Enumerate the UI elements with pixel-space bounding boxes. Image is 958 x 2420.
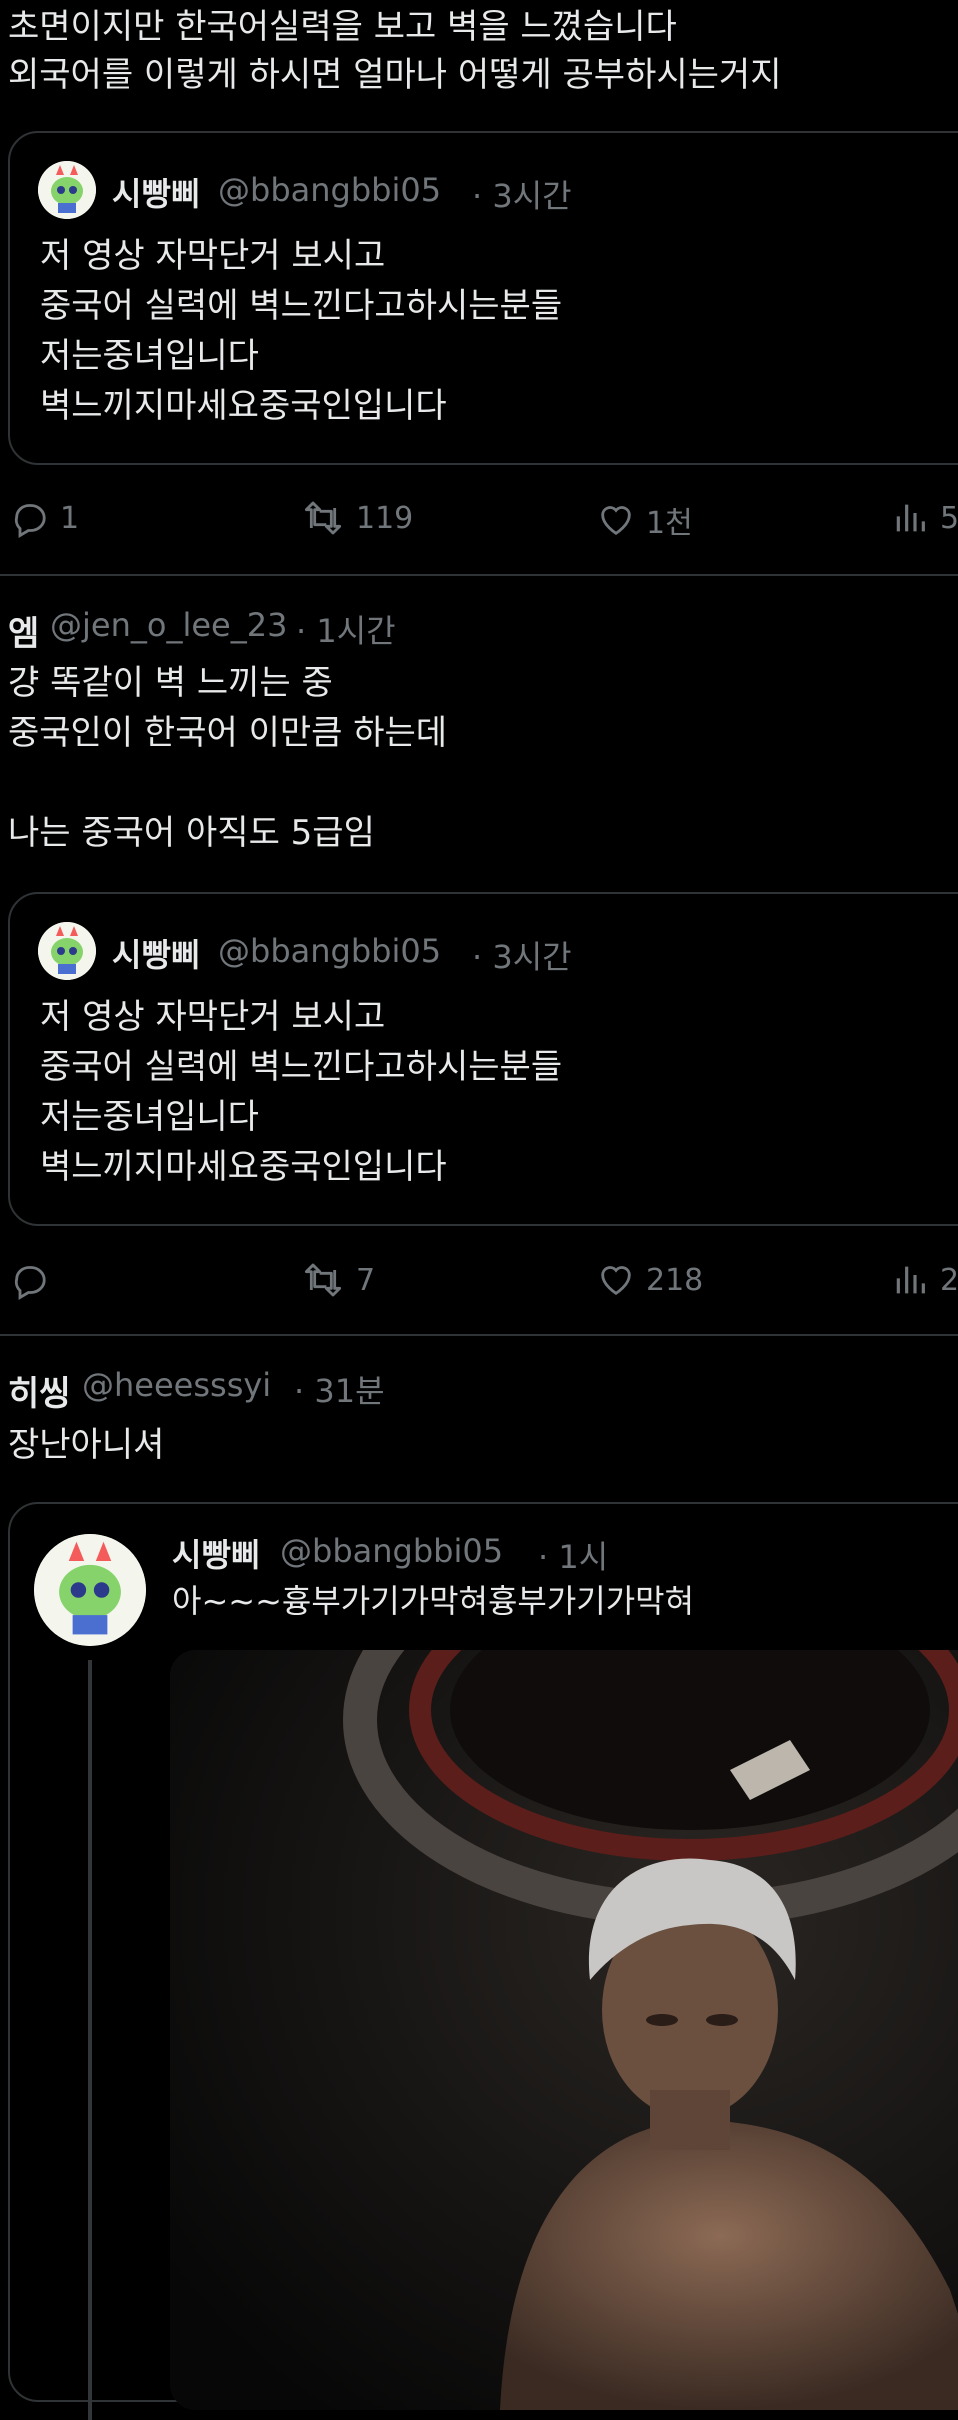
views-count: 5 (940, 500, 958, 536)
retweet-icon (300, 1260, 346, 1300)
thread-line (88, 1660, 92, 2420)
tweet-text-line: 나는 중국어 아직도 5급임 (8, 813, 375, 853)
quoted-text-line: 저 영상 자막단거 보시고 (40, 236, 386, 276)
quoted-timestamp[interactable]: · 1시 (538, 1532, 608, 1578)
retweet-button[interactable]: 119 (300, 498, 413, 538)
views-icon (890, 498, 930, 538)
avatar[interactable] (38, 922, 96, 980)
quoted-text: 아~~~흉부가기가막혀흉부가기가막혀 (172, 1582, 695, 1620)
reply-button[interactable] (10, 1260, 60, 1300)
quoted-tweet-card[interactable]: 시빵삐 @bbangbbi05 · 3시간 저 영상 자막단거 보시고 중국어 … (8, 131, 958, 465)
reply-button[interactable]: 1 (10, 498, 79, 538)
avatar[interactable] (38, 161, 96, 219)
tweet-divider (0, 574, 958, 576)
author-name[interactable]: 히씽 (8, 1366, 71, 1415)
tweet-text-line: 외국어를 이렇게 하시면 얼마나 어떻게 공부하시는거지 (8, 55, 782, 95)
quoted-text-line: 중국어 실력에 벽느낀다고하시는분들 (40, 1047, 563, 1087)
retweet-count: 119 (356, 500, 414, 536)
quoted-timestamp[interactable]: · 3시간 (472, 932, 572, 978)
quoted-author-handle[interactable]: @bbangbbi05 (280, 1532, 503, 1570)
author-handle[interactable]: @jen_o_lee_23 (50, 606, 287, 644)
quoted-author-name[interactable]: 시빵삐 (172, 1530, 260, 1576)
quoted-author-name[interactable]: 시빵삐 (112, 169, 200, 215)
like-button[interactable]: 218 (596, 1260, 703, 1300)
quoted-text-line: 벽느끼지마세요중국인입니다 (40, 386, 447, 426)
quoted-timestamp[interactable]: · 3시간 (472, 171, 572, 217)
timestamp[interactable]: · 31분 (294, 1366, 385, 1412)
reply-icon (10, 498, 50, 538)
reply-count: 1 (60, 500, 80, 536)
quoted-tweet-card[interactable]: 시빵삐 @bbangbbi05 · 3시간 저 영상 자막단거 보시고 중국어 … (8, 892, 958, 1226)
retweet-count: 7 (356, 1262, 376, 1298)
views-button[interactable]: 2 (890, 1260, 958, 1300)
quoted-author-handle[interactable]: @bbangbbi05 (218, 171, 441, 209)
reply-icon (10, 1260, 50, 1300)
avatar[interactable] (34, 1534, 146, 1646)
media-image[interactable] (170, 1650, 958, 2410)
like-button[interactable]: 1천 (596, 498, 693, 542)
tweet-divider (0, 1334, 958, 1336)
retweet-icon (300, 498, 346, 538)
quoted-author-name[interactable]: 시빵삐 (112, 930, 200, 976)
views-icon (890, 1260, 930, 1300)
tweet-text-line: 중국인이 한국어 이만큼 하는데 (8, 713, 448, 753)
views-count: 2 (940, 1262, 958, 1298)
tweet-text-line: 걍 똑같이 벽 느끼는 중 (8, 663, 333, 703)
like-count: 1천 (646, 506, 693, 541)
author-handle[interactable]: @heeesssyi (82, 1366, 271, 1404)
like-count: 218 (646, 1262, 704, 1298)
quoted-text-line: 벽느끼지마세요중국인입니다 (40, 1147, 447, 1187)
quoted-author-handle[interactable]: @bbangbbi05 (218, 932, 441, 970)
timestamp[interactable]: · 1시간 (296, 606, 396, 652)
quoted-text-line: 중국어 실력에 벽느낀다고하시는분들 (40, 286, 563, 326)
quoted-text-line: 저는중녀입니다 (40, 1097, 259, 1137)
author-name[interactable]: 엠 (8, 606, 39, 655)
quoted-text-line: 저 영상 자막단거 보시고 (40, 997, 386, 1037)
quoted-tweet-card[interactable]: 시빵삐 @bbangbbi05 · 1시 아~~~흉부가기가막혀흉부가기가막혀 (8, 1502, 958, 2420)
quoted-text-line: 저는중녀입니다 (40, 336, 259, 376)
tweet-text-line: 초면이지만 한국어실력을 보고 벽을 느꼈습니다 (8, 7, 677, 47)
like-icon (596, 500, 636, 540)
retweet-button[interactable]: 7 (300, 1260, 375, 1300)
tweet-text-line: 장난아니셔 (8, 1425, 165, 1465)
like-icon (596, 1260, 636, 1300)
views-button[interactable]: 5 (890, 498, 958, 538)
